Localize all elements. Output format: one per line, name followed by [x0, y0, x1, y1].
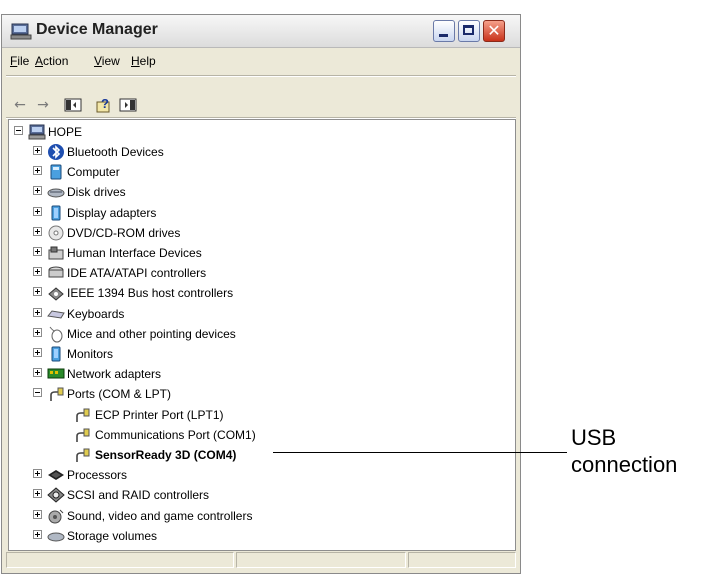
expand-icon[interactable]	[33, 529, 42, 539]
sound-icon	[47, 507, 65, 525]
tree-item-label: Mice and other pointing devices	[67, 326, 236, 341]
expand-icon[interactable]	[33, 206, 42, 216]
expand-icon[interactable]	[33, 327, 42, 337]
computer-root-icon	[28, 124, 46, 140]
collapse-icon[interactable]	[14, 126, 23, 135]
collapse-icon[interactable]	[33, 388, 42, 398]
expand-icon[interactable]	[33, 489, 42, 499]
hid-icon	[47, 244, 65, 262]
processor-icon	[47, 466, 65, 484]
expand-icon[interactable]	[33, 186, 42, 196]
tree-item-label: Computer	[67, 165, 120, 180]
minimize-button[interactable]	[433, 20, 455, 42]
system-device-icon	[47, 547, 65, 550]
monitor-icon	[47, 345, 65, 363]
menu-separator	[6, 75, 516, 77]
expand-icon[interactable]	[33, 287, 42, 297]
tree-item-label: SCSI and RAID controllers	[67, 488, 210, 503]
expand-icon[interactable]	[33, 247, 42, 256]
callout-line	[273, 452, 567, 453]
dvd-drive-icon	[47, 224, 65, 242]
expand-icon[interactable]	[33, 550, 42, 551]
expand-icon[interactable]	[33, 307, 42, 317]
expand-icon[interactable]	[33, 368, 42, 378]
tree-item-label: Communications Port (COM1)	[95, 427, 256, 442]
tree-item-label: DVD/CD-ROM drives	[67, 225, 181, 240]
tree-item-label: Processors	[67, 468, 128, 483]
port-icon	[73, 446, 91, 464]
close-button[interactable]: ✕	[483, 20, 505, 42]
menu-view[interactable]: View	[94, 54, 120, 68]
ide-controller-icon	[47, 264, 65, 282]
usb-connection-callout: USB connection	[571, 424, 677, 478]
tree-item-label: Human Interface Devices	[67, 246, 202, 260]
device-tree[interactable]: HOPE Bluetooth Devices Computer Disk drive…	[8, 119, 516, 551]
expand-icon[interactable]	[33, 509, 42, 519]
tree-item-label: Sound, video and game controllers	[67, 508, 253, 523]
device-manager-icon	[10, 23, 32, 40]
tree-item-label: Keyboards	[67, 306, 125, 321]
expand-icon[interactable]	[33, 146, 42, 155]
keyboard-icon	[47, 305, 65, 323]
firewire-icon	[47, 284, 65, 302]
tree-item-label: IEEE 1394 Bus host controllers	[67, 286, 234, 301]
tree-item-label: Bluetooth Devices	[67, 145, 164, 159]
storage-volume-icon	[47, 527, 65, 545]
menu-help[interactable]: Help	[131, 54, 156, 68]
tree-item-label: Monitors	[67, 347, 114, 361]
mouse-icon	[47, 325, 65, 343]
callout-line1: USB	[571, 425, 617, 450]
menu-file[interactable]: File	[10, 54, 29, 68]
port-icon	[47, 385, 65, 403]
maximize-button[interactable]	[458, 20, 480, 42]
bluetooth-icon	[47, 143, 65, 161]
device-manager-window: Device Manager ✕ File Action View Help ←…	[1, 14, 521, 574]
status-pane-main	[6, 552, 234, 568]
title-bar[interactable]: Device Manager ✕	[2, 15, 520, 48]
network-adapter-icon	[47, 365, 65, 383]
tree-item-label: Network adapters	[67, 367, 162, 382]
expand-icon[interactable]	[33, 226, 42, 236]
tree-item-label: ECP Printer Port (LPT1)	[95, 407, 224, 422]
expand-icon[interactable]	[33, 267, 42, 277]
forward-button[interactable]: →	[33, 96, 53, 114]
tree-item-label: Storage volumes	[67, 528, 158, 543]
status-pane-middle	[236, 552, 406, 568]
port-icon	[73, 406, 91, 424]
status-pane-right	[408, 552, 516, 568]
back-button[interactable]: ←	[10, 96, 30, 114]
maximize-icon	[463, 25, 474, 35]
tree-item-label: SensorReady 3D (COM4)	[95, 448, 237, 462]
tree-item-label: Ports (COM & LPT)	[67, 387, 172, 402]
window-title: Device Manager	[36, 21, 158, 38]
menu-action[interactable]: Action	[35, 54, 68, 68]
tree-item-label: System devices	[67, 549, 151, 550]
display-adapter-icon	[47, 204, 65, 222]
tree-item-label: Disk drives	[67, 185, 126, 200]
disk-drive-icon	[47, 183, 65, 201]
show-hide-console-tree-icon[interactable]	[64, 96, 82, 114]
expand-icon[interactable]	[33, 469, 42, 479]
tree-item-label: Display adapters	[67, 205, 157, 220]
computer-icon	[47, 163, 65, 181]
tree-item-label: IDE ATA/ATAPI controllers	[67, 266, 207, 281]
svg-text:?: ?	[101, 96, 109, 111]
scsi-icon	[47, 486, 65, 504]
show-hide-action-pane-icon[interactable]	[119, 96, 137, 114]
tree-root-label: HOPE	[48, 125, 83, 139]
help-icon[interactable]: ?	[96, 96, 114, 114]
expand-icon[interactable]	[33, 348, 42, 357]
expand-icon[interactable]	[33, 166, 42, 176]
callout-line2: connection	[571, 452, 678, 477]
close-icon: ✕	[487, 21, 501, 40]
status-bar	[6, 552, 516, 570]
minimize-icon	[439, 34, 448, 37]
port-icon	[73, 426, 91, 444]
